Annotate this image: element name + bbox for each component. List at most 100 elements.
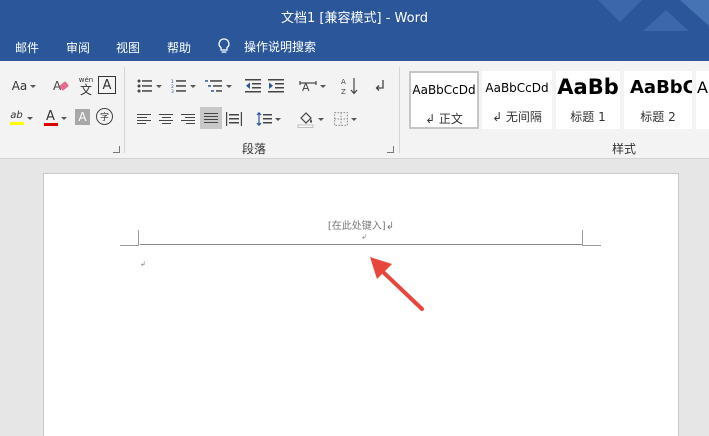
- font-dialog-launcher-icon[interactable]: [113, 146, 120, 153]
- group-divider: [399, 67, 400, 153]
- style-heading-2[interactable]: AaBbC 标题 2: [624, 71, 692, 129]
- align-right-icon: [181, 113, 195, 125]
- character-border-button[interactable]: A: [98, 76, 116, 94]
- multilevel-list-icon: [204, 80, 222, 92]
- justify-icon: [204, 112, 218, 124]
- align-right-button[interactable]: [178, 109, 198, 129]
- font-color-label: A: [46, 109, 55, 124]
- margin-corner-mark: [120, 245, 139, 246]
- annotation-arrow: [370, 257, 424, 311]
- svg-text:3: 3: [171, 89, 174, 93]
- decor-triangle: [680, 0, 709, 26]
- clear-formatting-button[interactable]: A: [50, 75, 72, 97]
- paragraph-mark: ↲: [140, 260, 146, 268]
- show-marks-button[interactable]: [370, 76, 390, 96]
- chevron-down-icon: [189, 84, 196, 88]
- numbering-icon: 1 2 3: [171, 79, 186, 93]
- tab-help[interactable]: 帮助: [167, 39, 191, 56]
- phonetic-guide-bottom: 文: [79, 82, 92, 97]
- sort-button[interactable]: A Z: [340, 74, 360, 98]
- title-bar: 文档1 [兼容模式] - Word: [0, 0, 709, 34]
- chevron-down-icon: [274, 117, 281, 121]
- character-border-label: A: [102, 77, 112, 93]
- document-area: [在此处键入]↲ ↲ ↲: [0, 159, 709, 436]
- character-shading-button[interactable]: A: [75, 109, 90, 125]
- enclose-characters-button[interactable]: 字: [96, 108, 113, 125]
- numbering-button[interactable]: 1 2 3: [168, 76, 198, 96]
- ribbon: Aa A wén 文 A ab A A 字 1 2 3 A A Z 段落 AaB…: [0, 61, 709, 159]
- header-placeholder[interactable]: [在此处键入]↲: [140, 217, 582, 232]
- ribbon-tabs: 邮件 审阅 视图 帮助 操作说明搜索: [0, 31, 709, 61]
- header-border-line: [140, 244, 582, 245]
- tab-mailings[interactable]: 邮件: [15, 39, 39, 56]
- paragraph-dialog-launcher-icon[interactable]: [387, 146, 394, 153]
- paragraph-group-label: 段落: [242, 142, 267, 156]
- line-spacing-button[interactable]: [253, 109, 283, 129]
- chevron-down-icon: [225, 84, 232, 88]
- tab-review[interactable]: 审阅: [66, 39, 90, 56]
- margin-corner-mark: [138, 230, 139, 246]
- increase-indent-icon: [268, 79, 284, 93]
- chevron-down-icon: [155, 84, 162, 88]
- style-normal[interactable]: AaBbCcDd ↲ 正文: [409, 71, 479, 129]
- align-left-icon: [137, 113, 151, 125]
- paragraph-mark: ↲: [361, 233, 367, 241]
- style-sample: AaBbCcDd: [485, 81, 549, 95]
- chevron-down-icon: [30, 84, 37, 88]
- align-left-button[interactable]: [134, 109, 154, 129]
- character-shading-label: A: [78, 110, 87, 124]
- shading-button[interactable]: [294, 108, 326, 130]
- eraser-icon: A: [53, 79, 69, 93]
- highlight-swatch: [9, 122, 24, 125]
- borders-button[interactable]: [330, 108, 360, 130]
- decor-triangle: [598, 0, 642, 22]
- lightbulb-icon: [218, 37, 230, 53]
- style-name: ↲ 正文: [425, 112, 463, 126]
- tell-me-search[interactable]: 操作说明搜索: [218, 36, 316, 56]
- style-sample: A: [697, 78, 708, 97]
- chevron-down-icon: [60, 116, 67, 120]
- style-sample: AaBbC: [630, 77, 692, 98]
- tab-view[interactable]: 视图: [116, 39, 140, 56]
- bullets-icon: [137, 79, 152, 93]
- decrease-indent-icon: [245, 79, 261, 93]
- distributed-icon: [226, 112, 242, 126]
- change-case-button[interactable]: Aa: [8, 76, 40, 96]
- style-name: 标题 1: [570, 110, 606, 124]
- asian-layout-button[interactable]: A: [296, 76, 328, 96]
- justify-button[interactable]: [200, 107, 222, 129]
- style-no-spacing[interactable]: AaBbCcDd ↲ 无间隔: [482, 71, 552, 129]
- margin-corner-mark: [582, 245, 601, 246]
- sort-icon: A Z: [341, 78, 358, 96]
- align-center-button[interactable]: [156, 109, 176, 129]
- chevron-down-icon: [350, 117, 357, 121]
- highlight-color-button[interactable]: ab: [6, 107, 36, 129]
- margin-corner-mark: [582, 230, 583, 246]
- multilevel-list-button[interactable]: [202, 76, 234, 96]
- pilcrow-icon: [375, 80, 384, 91]
- increase-indent-button[interactable]: [266, 76, 286, 96]
- styles-group-label: 样式: [612, 142, 637, 156]
- borders-icon: [333, 112, 348, 126]
- chevron-down-icon: [26, 116, 33, 120]
- chevron-down-icon: [319, 84, 326, 88]
- svg-text:Z: Z: [341, 88, 346, 96]
- style-name: ↲ 无间隔: [492, 110, 542, 124]
- enclose-characters-label: 字: [99, 113, 109, 123]
- line-spacing-icon: [256, 112, 272, 126]
- decrease-indent-button[interactable]: [243, 76, 263, 96]
- align-center-icon: [159, 113, 173, 125]
- svg-text:A: A: [341, 78, 346, 86]
- font-color-button[interactable]: A: [40, 107, 70, 129]
- font-color-swatch: [43, 123, 58, 126]
- group-divider: [124, 67, 125, 153]
- style-heading-1[interactable]: AaBb 标题 1: [556, 71, 620, 129]
- style-sample: AaBb: [557, 75, 619, 99]
- chevron-down-icon: [317, 117, 324, 121]
- distributed-button[interactable]: [224, 109, 244, 129]
- phonetic-guide-button[interactable]: wén 文: [76, 74, 96, 98]
- style-name: 标题 2: [640, 110, 676, 124]
- bullets-button[interactable]: [134, 76, 164, 96]
- style-more[interactable]: A: [696, 71, 709, 129]
- style-sample: AaBbCcDd: [412, 83, 476, 97]
